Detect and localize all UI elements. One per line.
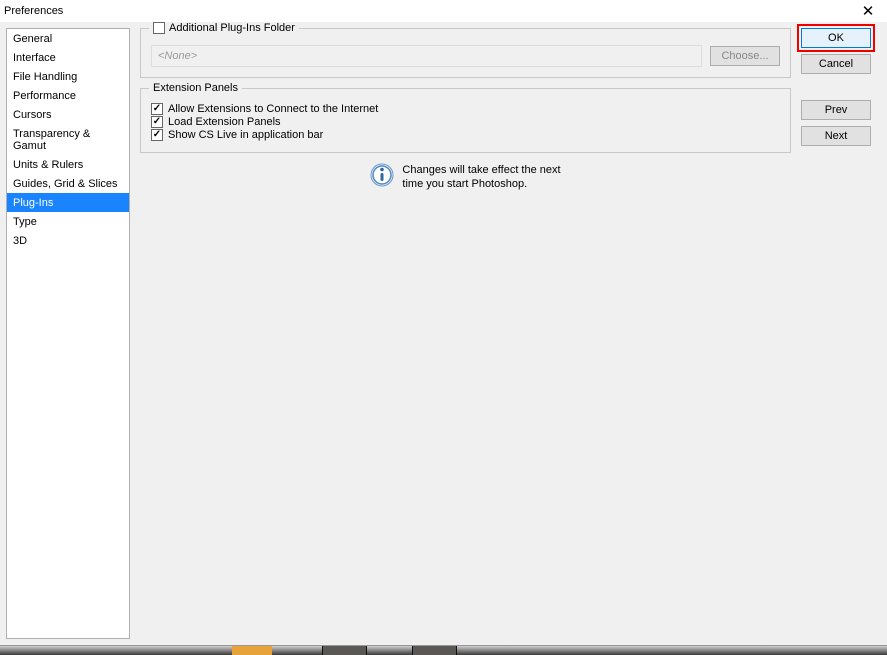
info-line2: time you start Photoshop. xyxy=(402,177,560,191)
load-extension-panels-checkbox[interactable] xyxy=(151,116,163,128)
load-extension-panels-label: Load Extension Panels xyxy=(168,116,281,128)
titlebar: Preferences ✕ xyxy=(0,0,887,22)
dialog-buttons: OK Cancel Prev Next xyxy=(801,28,881,639)
load-extension-panels-row[interactable]: Load Extension Panels xyxy=(151,116,780,128)
sidebar-item-type[interactable]: Type xyxy=(7,212,129,231)
show-cs-live-row[interactable]: Show CS Live in application bar xyxy=(151,129,780,141)
additional-plugins-label: Additional Plug-Ins Folder xyxy=(169,22,295,34)
next-button[interactable]: Next xyxy=(801,126,871,146)
sidebar-item-plug-ins[interactable]: Plug-Ins xyxy=(7,193,129,212)
additional-plugins-group: Additional Plug-Ins Folder <None> Choose… xyxy=(140,28,791,78)
sidebar-item-units-rulers[interactable]: Units & Rulers xyxy=(7,155,129,174)
sidebar-item-3d[interactable]: 3D xyxy=(7,231,129,250)
allow-extensions-internet-checkbox[interactable] xyxy=(151,103,163,115)
info-message: Changes will take effect the next time y… xyxy=(140,163,791,192)
window-title: Preferences xyxy=(4,5,853,17)
preferences-window: Preferences ✕ General Interface File Han… xyxy=(0,0,887,646)
category-sidebar: General Interface File Handling Performa… xyxy=(6,28,130,639)
info-line1: Changes will take effect the next xyxy=(402,163,560,177)
sidebar-item-transparency-gamut[interactable]: Transparency & Gamut xyxy=(7,124,129,155)
extension-panels-group: Extension Panels Allow Extensions to Con… xyxy=(140,88,791,153)
taskbar-segment[interactable] xyxy=(322,646,367,655)
sidebar-item-guides-grid-slices[interactable]: Guides, Grid & Slices xyxy=(7,174,129,193)
ok-button[interactable]: OK xyxy=(801,28,871,48)
prev-button[interactable]: Prev xyxy=(801,100,871,120)
allow-extensions-internet-row[interactable]: Allow Extensions to Connect to the Inter… xyxy=(151,103,780,115)
sidebar-item-cursors[interactable]: Cursors xyxy=(7,105,129,124)
choose-button[interactable]: Choose... xyxy=(710,46,780,66)
sidebar-item-general[interactable]: General xyxy=(7,29,129,48)
additional-plugins-checkbox[interactable] xyxy=(153,22,165,34)
show-cs-live-checkbox[interactable] xyxy=(151,129,163,141)
show-cs-live-label: Show CS Live in application bar xyxy=(168,129,323,141)
taskbar-segment[interactable] xyxy=(232,646,272,655)
taskbar-segment[interactable] xyxy=(412,646,457,655)
close-icon[interactable]: ✕ xyxy=(853,2,883,20)
main-panel: Additional Plug-Ins Folder <None> Choose… xyxy=(140,28,791,639)
cancel-button[interactable]: Cancel xyxy=(801,54,871,74)
plugins-folder-path: <None> xyxy=(151,45,702,67)
extension-panels-legend: Extension Panels xyxy=(153,82,238,94)
info-icon xyxy=(370,163,394,187)
sidebar-item-interface[interactable]: Interface xyxy=(7,48,129,67)
sidebar-item-file-handling[interactable]: File Handling xyxy=(7,67,129,86)
taskbar xyxy=(0,646,887,655)
allow-extensions-internet-label: Allow Extensions to Connect to the Inter… xyxy=(168,103,378,115)
sidebar-item-performance[interactable]: Performance xyxy=(7,86,129,105)
